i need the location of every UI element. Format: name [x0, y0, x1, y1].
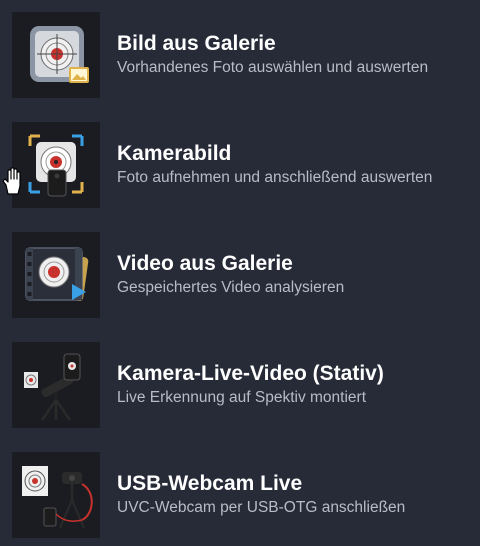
- menu-item-title: Bild aus Galerie: [117, 32, 276, 55]
- menu-item-camera-image[interactable]: Kamerabild Foto aufnehmen und anschließe…: [0, 110, 480, 220]
- video-gallery-icon: [12, 232, 100, 318]
- menu-item-subtitle: Vorhandenes Foto auswählen und auswerten: [117, 59, 429, 76]
- menu-item-subtitle: Gespeichertes Video analysieren: [117, 279, 345, 296]
- menu-item-subtitle: Foto aufnehmen und anschließend auswerte…: [117, 169, 433, 186]
- menu-item-gallery-video[interactable]: Video aus Galerie Gespeichertes Video an…: [0, 220, 480, 330]
- source-menu: Bild aus Galerie Vorhandenes Foto auswäh…: [0, 0, 480, 546]
- menu-item-gallery-image[interactable]: Bild aus Galerie Vorhandenes Foto auswäh…: [0, 0, 480, 110]
- menu-item-usb-webcam-live[interactable]: USB-Webcam Live UVC-Webcam per USB-OTG a…: [0, 440, 480, 546]
- menu-item-subtitle: UVC-Webcam per USB-OTG anschließen: [117, 499, 406, 516]
- menu-item-title: Video aus Galerie: [117, 252, 293, 275]
- menu-item-camera-live-tripod[interactable]: Kamera-Live-Video (Stativ) Live Erkennun…: [0, 330, 480, 440]
- menu-item-title: Kamera-Live-Video (Stativ): [117, 362, 384, 385]
- menu-item-title: USB-Webcam Live: [117, 472, 303, 495]
- menu-item-subtitle: Live Erkennung auf Spektiv montiert: [117, 389, 366, 406]
- gallery-target-icon: [12, 12, 100, 98]
- menu-item-title: Kamerabild: [117, 142, 232, 165]
- camera-target-icon: [12, 122, 100, 208]
- spotting-scope-tripod-icon: [12, 342, 100, 428]
- usb-webcam-icon: [12, 452, 100, 538]
